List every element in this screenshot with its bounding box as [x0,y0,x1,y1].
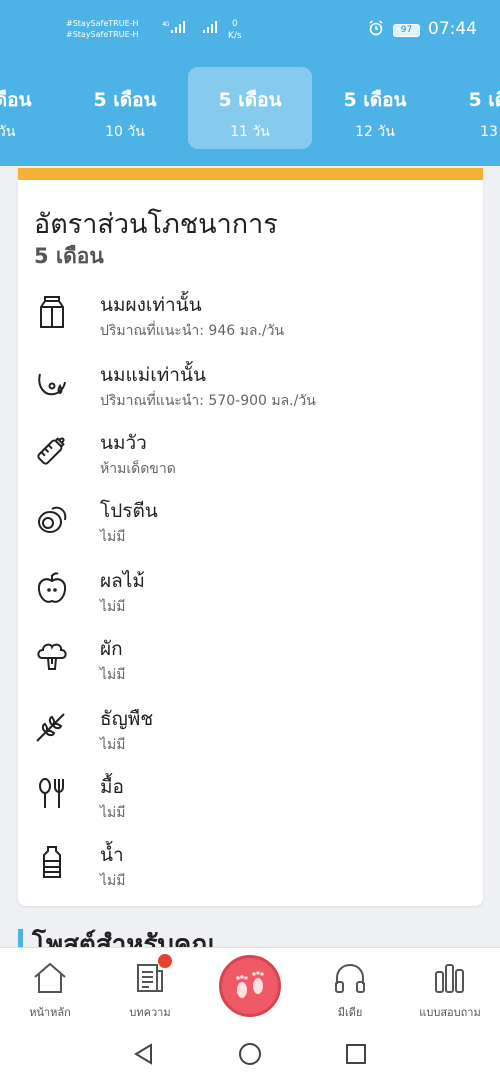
tab-age-11-days[interactable]: 5 เดือน 11 วัน [188,67,312,149]
back-nav-icon[interactable] [132,1042,154,1070]
egg-icon [34,500,70,536]
water-bottle-icon [34,844,70,880]
recents-nav-icon[interactable] [345,1042,367,1070]
nutrition-item-protein: โปรตีน ไม่มี [34,496,474,552]
carrier-info: #StaySafeTRUE-H #StaySafeTRUE-H [66,18,139,40]
nav-media[interactable]: มีเดีย [305,962,395,1021]
tab-age-13-days[interactable]: 5 เดือน 13 วัน [438,67,500,149]
tab-age-9-days[interactable]: 5 เดือน 9 วัน [0,67,62,149]
nutrition-item-breastmilk: นมแม่เท่านั้น ปริมาณที่แนะนำ: 570-900 มล… [34,360,474,416]
cell-signal-2-icon [202,20,220,37]
broccoli-icon [34,638,70,674]
breastfeeding-icon [34,364,70,400]
nutrition-item-water: น้ำ ไม่มี [34,840,474,896]
alarm-icon [368,20,384,36]
home-nav-icon[interactable] [238,1042,262,1070]
home-icon [34,962,66,993]
clock: 07:44 [428,19,477,39]
nutrition-item-cow-milk: นมวัว ห้ามเด็ดขาด [34,428,474,484]
nutrition-item-meals: มื้อ ไม่มี [34,772,474,828]
carrier-name-1: #StaySafeTRUE-H [66,19,139,28]
nav-home[interactable]: หน้าหลัก [5,962,95,1021]
network-speed: 0 K/s [228,19,242,41]
card-accent-bar [18,168,483,180]
nutrition-item-fruit: ผลไม้ ไม่มี [34,566,474,622]
nutrition-item-formula: นมผงเท่านั้น ปริมาณที่แนะนำ: 946 มล./วัน [34,290,474,346]
baby-bottle-icon [34,432,70,468]
nutrition-item-vegetable: ผัก ไม่มี [34,634,474,690]
tab-age-12-days[interactable]: 5 เดือน 12 วัน [313,67,437,149]
tab-age-10-days[interactable]: 5 เดือน 10 วัน [63,67,187,149]
fork-spoon-icon [34,776,70,812]
headphones-icon [335,963,365,993]
age-tabs: 5 เดือน 9 วัน 5 เดือน 10 วัน 5 เดือน 11 … [0,64,500,166]
section-accent-bar [18,929,23,947]
card-age: 5 เดือน [34,244,104,268]
wheat-icon [34,708,70,744]
apple-icon [34,570,70,606]
nav-survey[interactable]: แบบสอบถาม [405,962,495,1021]
bar-chart-icon [435,964,464,993]
milk-carton-icon [34,294,70,330]
nutrition-item-grains: ธัญพืช ไม่มี [34,704,474,760]
card-title: อัตราส่วนโภชนาการ [34,209,278,240]
cell-signal-icon: 4G [162,20,188,37]
footprint-button[interactable] [219,955,281,1017]
status-bar: #StaySafeTRUE-H #StaySafeTRUE-H 4G 0 K/s… [0,0,500,64]
nav-articles[interactable]: บทความ [105,962,195,1021]
footprints-icon [236,971,264,998]
nutrition-card: อัตราส่วนโภชนาการ 5 เดือน นมผงเท่านั้น ป… [18,168,483,906]
notification-badge [158,954,172,968]
carrier-name-2: #StaySafeTRUE-H [66,30,139,39]
svg-text:4G: 4G [162,21,170,28]
battery-indicator: 97 [393,24,420,37]
